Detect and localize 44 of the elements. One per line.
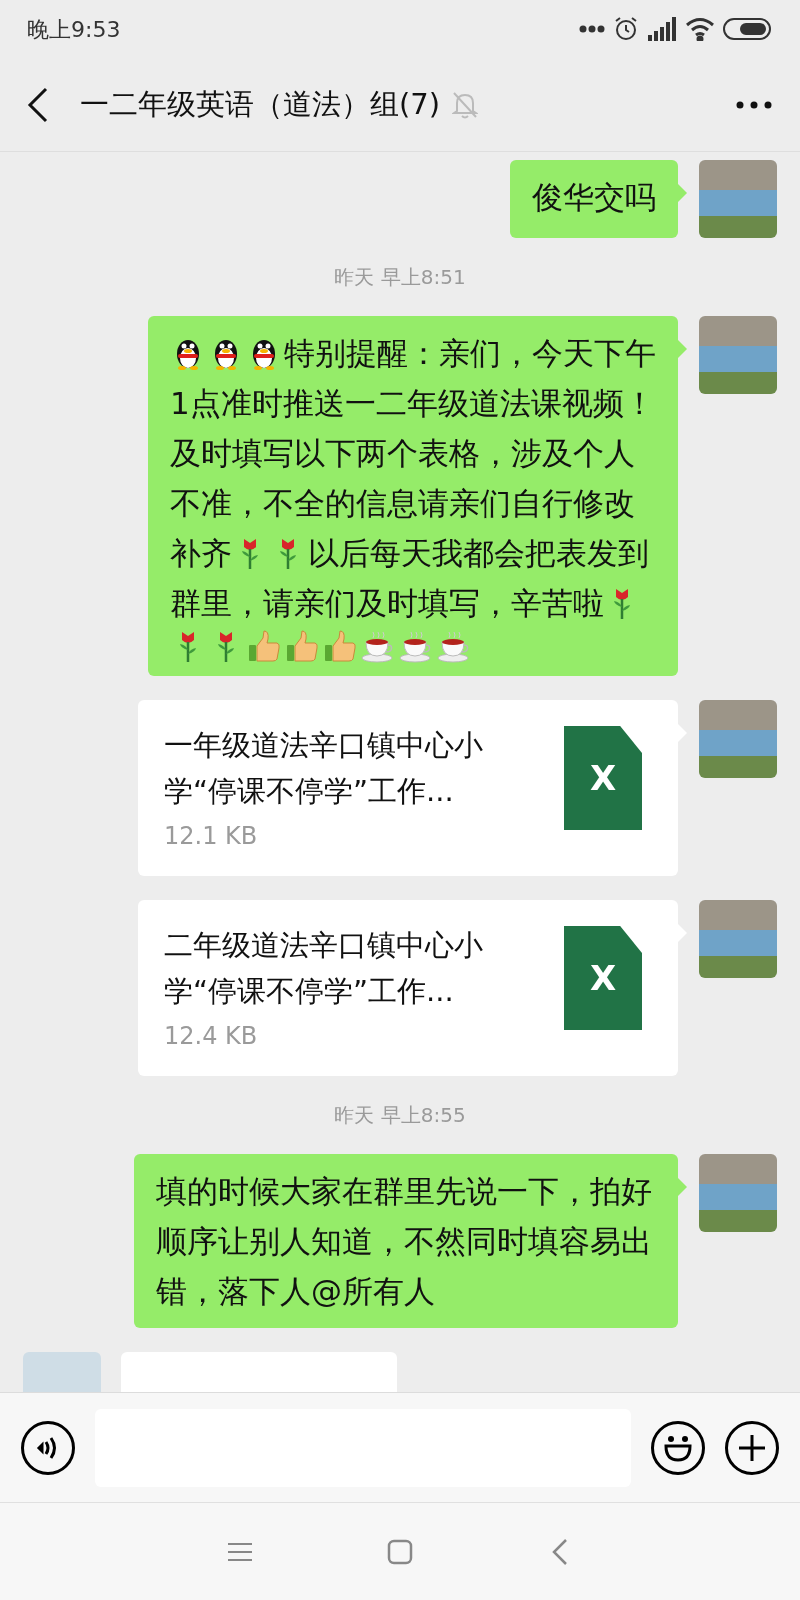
file-size: 12.1 KB [164, 821, 258, 852]
chat-title: 一二年级英语（道法）组(7) [80, 85, 441, 123]
timestamp: 昨天 早上8:51 [334, 264, 466, 291]
spreadsheet-file-icon: X [564, 926, 642, 1030]
square-icon [387, 1538, 413, 1565]
menu-icon [228, 1541, 252, 1562]
message-bubble[interactable]: 特别提醒：亲们，今天下午 1点准时推送一二年级道法课视频！ 及时填写以下两个表格，涉及个人 不准，不全的信息请亲们自行修改 补齐 以后每天我都会把表发到 群里，请亲们及时填写，辛苦啦 [148, 316, 678, 676]
file-name: 一年级道法辛口镇中心小学“停课不停学”工作... [164, 727, 484, 810]
message-text: 特别提醒：亲们，今天下午 [284, 334, 656, 373]
message-text: 及时填写以下两个表格，涉及个人 [170, 434, 635, 473]
file-card[interactable]: 二年级道法辛口镇中心小学“停课不停学”工作... 12.4 KB X [138, 900, 678, 1076]
message-text: 1点准时推送一二年级道法课视频！ [170, 384, 655, 423]
plus-icon [737, 1432, 767, 1463]
file-card[interactable]: 一年级道法辛口镇中心小学“停课不停学”工作... 12.1 KB X [138, 700, 678, 876]
alarm-icon [613, 16, 639, 42]
thumbs-up-icon [246, 628, 282, 664]
bubble-tail [678, 1178, 687, 1196]
message-text: 群里，请亲们及时填写，辛苦啦 [170, 584, 604, 623]
message-bubble[interactable]: 俊华交吗 [510, 160, 678, 238]
message-text: 填的时候大家在群里先说一下，拍好顺序让别人知道，不然同时填容易出错，落下人@所有人 [156, 1172, 653, 1311]
back-chevron-icon [26, 85, 50, 124]
back-chevron-icon [552, 1537, 568, 1566]
more-dots-icon [736, 100, 772, 109]
emoji-button[interactable] [651, 1420, 705, 1475]
message-text: 俊华交吗 [532, 178, 656, 217]
status-time: 晚上9:53 [27, 15, 121, 44]
thumbs-up-icon [322, 628, 358, 664]
message-text: 以后每天我都会把表发到 [308, 534, 649, 573]
thumbs-up-icon [284, 628, 320, 664]
bubble-tail [678, 184, 687, 202]
bubble-tail [678, 340, 687, 358]
signal-icon [647, 17, 677, 41]
wifi-icon [685, 17, 715, 41]
message-text: 补齐 [170, 534, 232, 573]
file-name: 二年级道法辛口镇中心小学“停课不停学”工作... [164, 927, 484, 1010]
battery-icon [723, 17, 773, 41]
voice-button[interactable] [21, 1420, 75, 1475]
timestamp: 昨天 早上8:55 [334, 1102, 466, 1129]
message-text: 不准，不全的信息请亲们自行修改 [170, 484, 635, 523]
spreadsheet-file-icon: X [564, 726, 642, 830]
file-size: 12.4 KB [164, 1021, 258, 1052]
message-bubble[interactable]: 填的时候大家在群里先说一下，拍好顺序让别人知道，不然同时填容易出错，落下人@所有人 [134, 1154, 678, 1328]
more-dots-icon [579, 25, 605, 33]
add-button[interactable] [725, 1420, 779, 1475]
